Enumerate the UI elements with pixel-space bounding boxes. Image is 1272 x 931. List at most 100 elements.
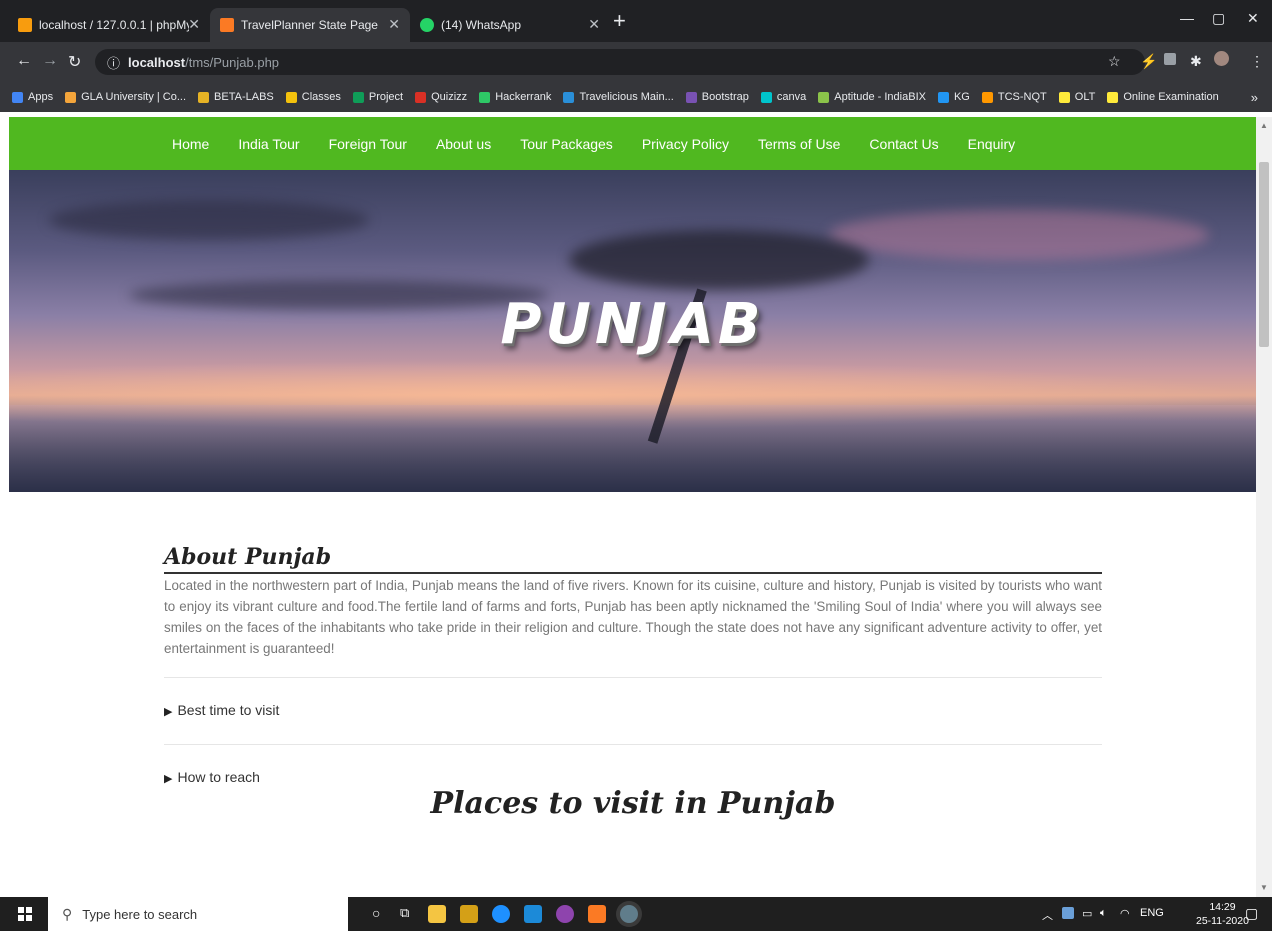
tab-label: localhost / 127.0.0.1 | phpMyAdm [39,18,189,32]
bookmark-label: Bootstrap [701,91,749,103]
bookmark-item[interactable]: Bootstrap [685,91,749,103]
nav-about-us[interactable]: About us [436,136,491,152]
close-icon[interactable]: ✕ [188,16,200,33]
extension-icon[interactable] [1164,53,1176,65]
bookmark-icon [760,91,772,103]
close-icon[interactable]: ✕ [588,16,600,33]
nav-tour-packages[interactable]: Tour Packages [520,136,613,152]
phpmyadmin-icon [18,18,32,32]
tab-whatsapp[interactable]: (14) WhatsApp ✕ [410,8,610,42]
bookmark-label: Apps [28,91,54,103]
bookmark-icon [1107,91,1119,103]
bookmark-item[interactable]: GLA University | Co... [65,91,186,103]
bookmark-icon [563,91,575,103]
bookmark-item[interactable]: BETA-LABS [198,91,274,103]
bookmark-icon [198,91,210,103]
bookmark-label: Aptitude - IndiaBIX [834,91,926,103]
tab-phpmyadmin[interactable]: localhost / 127.0.0.1 | phpMyAdm ✕ [0,8,210,42]
clock[interactable]: 14:29 25-11-2020 [1196,900,1249,928]
forward-icon[interactable]: → [42,52,58,70]
places-heading: Places to visit in Punjab [430,786,836,821]
bookmarks-bar: Apps GLA University | Co... BETA-LABS Class… [0,82,1272,112]
bookmark-icon [65,91,77,103]
bookmark-item[interactable]: OLT [1058,91,1095,103]
back-icon[interactable]: ← [16,52,32,70]
bookmark-item[interactable]: Project [352,91,403,103]
bookmark-label: Online Examination [1123,91,1219,103]
bookmark-label: Classes [301,91,341,103]
nav-india-tour[interactable]: India Tour [238,136,299,152]
bookmarks-overflow-button[interactable]: » [1251,90,1258,105]
bookmark-icon [12,91,23,103]
bookmark-item[interactable]: Hackerrank [479,91,551,103]
address-bar[interactable]: ⓘ localhost/tms/Punjab.php [95,49,1145,75]
volume-icon[interactable]: 🔈︎ [1100,907,1107,920]
bookmark-label: GLA University | Co... [81,91,187,103]
windows-start-icon[interactable] [18,907,32,921]
info-icon[interactable]: ⓘ [107,53,120,72]
cortana-icon[interactable]: ○ [372,905,380,921]
nav-home[interactable]: Home [172,136,209,152]
bookmark-item[interactable]: Quizizz [415,91,467,103]
bookmark-icon [285,91,297,103]
browser-tab-strip: localhost / 127.0.0.1 | phpMyAdm ✕ Trave… [0,0,1272,42]
tab-label: TravelPlanner State Page [241,18,378,32]
bookmark-item[interactable]: Classes [285,91,341,103]
wifi-icon[interactable]: ◠ [1120,907,1130,920]
bookmark-label: Quizizz [431,91,468,103]
nav-enquiry[interactable]: Enquiry [968,136,1015,152]
nav-terms-of-use[interactable]: Terms of Use [758,136,840,152]
taskbar-search-box[interactable]: ⚲ Type here to search [48,897,348,931]
bookmark-label: BETA-LABS [214,91,274,103]
avatar[interactable] [1214,51,1229,66]
details-best-time[interactable]: ▶ Best time to visit [164,678,1102,744]
minimize-icon[interactable]: — [1180,10,1194,26]
battery-icon[interactable]: ▭ [1082,907,1092,920]
tab-travelplanner[interactable]: TravelPlanner State Page ✕ [210,8,410,42]
page-viewport: Home India Tour Foreign Tour About us To… [9,117,1256,897]
new-tab-button[interactable]: + [613,10,626,32]
disclosure-triangle-icon: ▶ [164,706,173,718]
chrome-icon[interactable] [620,905,638,923]
puzzle-icon[interactable]: ✱ [1190,53,1202,70]
bookmark-item[interactable]: Travelicious Main... [563,91,674,103]
clock-time: 14:29 [1209,901,1236,913]
bookmark-label: TCS-NQT [997,91,1047,103]
close-icon[interactable]: ✕ [388,16,400,33]
xampp-icon[interactable] [588,905,606,923]
reload-icon[interactable]: ↻ [68,52,81,72]
maximize-icon[interactable]: ▢ [1212,10,1225,27]
file-explorer-icon[interactable] [428,905,446,923]
nav-foreign-tour[interactable]: Foreign Tour [329,136,407,152]
close-window-icon[interactable]: ✕ [1247,10,1259,27]
scrollbar-thumb[interactable] [1259,162,1269,347]
mail-icon[interactable] [524,905,542,923]
scroll-down-icon[interactable]: ▼ [1260,883,1268,892]
language-indicator[interactable]: ENG [1140,907,1164,919]
task-view-icon[interactable]: ⧉ [400,905,409,921]
store-icon[interactable] [460,905,478,923]
tray-up-arrow-icon[interactable]: ︿ [1042,907,1053,923]
tray-app-icon[interactable] [1062,907,1074,919]
slack-icon[interactable] [556,905,574,923]
search-placeholder: Type here to search [82,906,198,922]
bookmark-star-icon[interactable]: ☆ [1108,53,1121,70]
bookmark-item[interactable]: Apps [12,91,53,103]
scroll-up-icon[interactable]: ▲ [1260,121,1268,130]
bookmark-item[interactable]: Online Examination [1107,91,1219,103]
clock-date: 25-11-2020 [1196,915,1249,927]
bookmark-item[interactable]: canva [760,91,806,103]
extension-icon[interactable]: ⚡ [1140,53,1157,70]
bookmark-item[interactable]: KG [937,91,970,103]
nav-contact-us[interactable]: Contact Us [869,136,938,152]
bookmark-item[interactable]: Aptitude - IndiaBIX [818,91,926,103]
menu-icon[interactable]: ⋮ [1250,53,1264,70]
edge-icon[interactable] [492,905,510,923]
xampp-icon [220,18,234,32]
notifications-icon[interactable]: ▢ [1245,905,1258,922]
bookmark-item[interactable]: TCS-NQT [981,91,1047,103]
about-paragraph: Located in the northwestern part of Indi… [164,578,1102,656]
nav-privacy-policy[interactable]: Privacy Policy [642,136,729,152]
bookmark-icon [415,91,427,103]
page-scrollbar[interactable]: ▲ ▼ [1256,117,1272,897]
